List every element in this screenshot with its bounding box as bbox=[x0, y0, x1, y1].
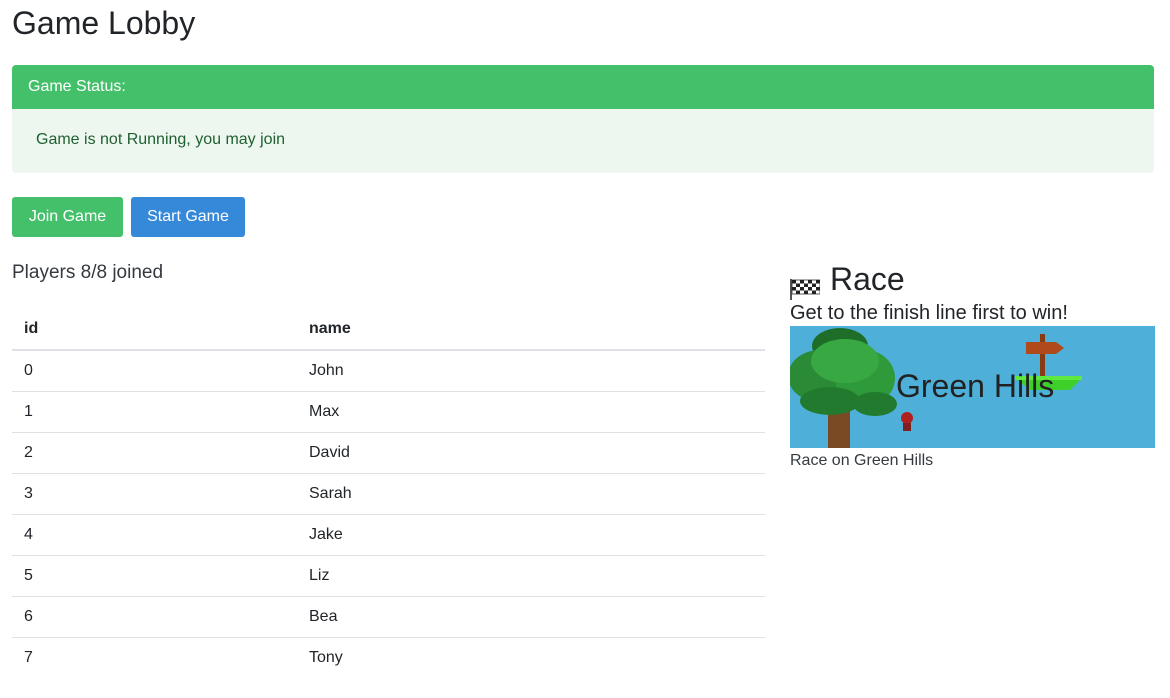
game-title: Race bbox=[790, 258, 1154, 300]
page-title: Game Lobby bbox=[12, 5, 196, 41]
game-title-text: Race bbox=[830, 261, 905, 297]
player-id: 3 bbox=[12, 473, 297, 515]
game-status-header: Game Status: bbox=[12, 65, 1154, 109]
player-name: David bbox=[297, 432, 765, 474]
players-heading: Players 8/8 joined bbox=[12, 262, 164, 283]
player-id: 4 bbox=[12, 514, 297, 556]
map-preview-image: Green Hills bbox=[790, 326, 1155, 448]
checkered-flag-icon bbox=[790, 268, 821, 300]
column-header-name: name bbox=[297, 309, 765, 351]
table-row: 1 Max bbox=[12, 391, 765, 433]
game-status-card: Game Status: Game is not Running, you ma… bbox=[12, 65, 1154, 173]
player-id: 5 bbox=[12, 555, 297, 597]
game-info-panel: Race Get to the finish line first to win… bbox=[790, 258, 1155, 470]
table-row: 0 John bbox=[12, 350, 765, 392]
game-status-message: Game is not Running, you may join bbox=[36, 131, 286, 148]
player-name: John bbox=[297, 350, 765, 392]
player-id: 1 bbox=[12, 391, 297, 433]
player-name: Bea bbox=[297, 596, 765, 638]
player-name: Max bbox=[297, 391, 765, 433]
player-id: 2 bbox=[12, 432, 297, 474]
join-game-button[interactable]: Join Game bbox=[12, 197, 123, 237]
player-name: Liz bbox=[297, 555, 765, 597]
table-row: 2 David bbox=[12, 432, 765, 474]
game-description: Get to the finish line first to win! bbox=[790, 302, 1068, 324]
players-table: id name 0 John 1 Max 2 David 3 Sarah 4 J… bbox=[12, 309, 765, 678]
table-row: 3 Sarah bbox=[12, 473, 765, 515]
player-name: Tony bbox=[309, 649, 343, 666]
start-game-button[interactable]: Start Game bbox=[131, 197, 245, 237]
map-label: Green Hills bbox=[896, 368, 1055, 404]
player-id: 6 bbox=[12, 596, 297, 638]
column-header-id: id bbox=[12, 309, 297, 351]
player-id: 0 bbox=[12, 350, 297, 392]
table-row: 7 Tony bbox=[12, 638, 765, 679]
player-name: Jake bbox=[297, 514, 765, 556]
player-name: Sarah bbox=[297, 473, 765, 515]
table-header-row: id name bbox=[12, 309, 765, 351]
table-row: 4 Jake bbox=[12, 514, 765, 556]
table-row: 5 Liz bbox=[12, 555, 765, 597]
player-id: 7 bbox=[24, 649, 33, 666]
table-row: 6 Bea bbox=[12, 596, 765, 638]
map-caption: Race on Green Hills bbox=[790, 452, 934, 469]
